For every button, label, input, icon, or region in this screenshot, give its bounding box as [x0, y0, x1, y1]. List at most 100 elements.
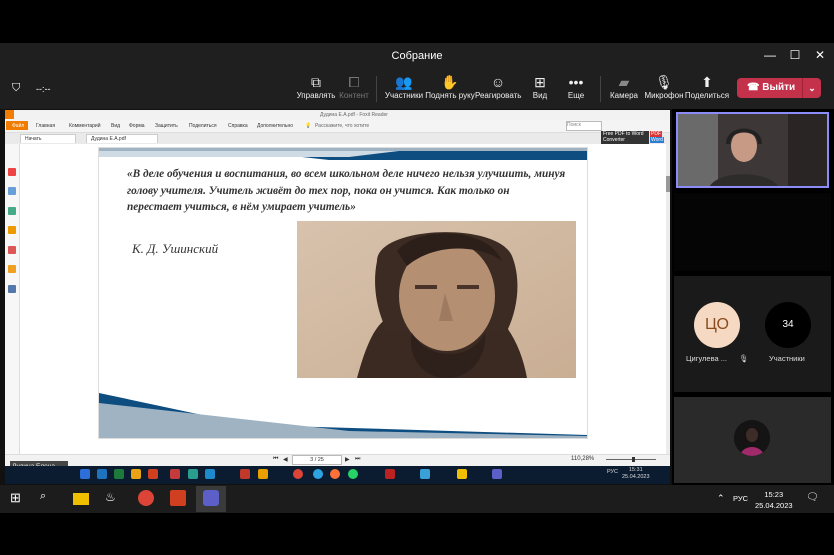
- app-icon: [170, 469, 180, 479]
- whatsapp-icon: [348, 469, 358, 479]
- participant-avatar-photo: [734, 420, 770, 456]
- ushinsky-portrait: [297, 221, 576, 378]
- avatar[interactable]: ЦО: [694, 302, 740, 348]
- ribbon-view[interactable]: Вид: [111, 123, 120, 129]
- lock-icon[interactable]: [8, 265, 16, 273]
- meeting-timer: --:--: [36, 84, 51, 94]
- zoom-slider[interactable]: [606, 459, 656, 460]
- last-page-icon[interactable]: ⏭: [355, 456, 360, 463]
- powerpoint-icon: [148, 469, 158, 479]
- chevron-down-icon[interactable]: ⌄: [802, 78, 821, 98]
- hand-icon: ✋: [441, 74, 459, 90]
- participant-name: Цигулева ... 🎙: [686, 354, 749, 363]
- app-icon: [385, 469, 395, 479]
- shield-icon: ⛉: [12, 82, 21, 94]
- raise-hand-button[interactable]: ✋ Поднять руку: [425, 73, 475, 100]
- skype-icon: [205, 469, 215, 479]
- mic-button[interactable]: 🎙 Микрофон: [641, 73, 687, 100]
- zoom-level: 110,28%: [571, 456, 595, 462]
- signature-icon[interactable]: [8, 285, 16, 293]
- slide-author: К. Д. Ушинский: [132, 241, 219, 256]
- ribbon-share[interactable]: Поделиться: [189, 123, 217, 129]
- comments-icon[interactable]: [8, 226, 16, 234]
- more-icon: •••: [568, 74, 584, 90]
- slide-bottom-decoration: [99, 393, 587, 438]
- more-button[interactable]: ••• Еще: [553, 73, 599, 100]
- share-button[interactable]: ⬆ Поделиться: [684, 73, 730, 100]
- first-page-icon[interactable]: ⏮: [273, 456, 278, 463]
- windows-taskbar: [0, 485, 834, 513]
- toolbar-divider: [376, 76, 377, 102]
- app-icon: [80, 469, 90, 479]
- pages-icon[interactable]: [8, 187, 16, 195]
- participant-count-button[interactable]: 34: [765, 302, 811, 348]
- shared-tray-lang: РУС: [607, 469, 619, 475]
- smile-icon: ☺: [490, 74, 506, 90]
- app-icon: [131, 469, 141, 479]
- notifications-icon[interactable]: 🗨: [806, 492, 819, 503]
- system-clock[interactable]: 15:23 25.04.2023: [755, 489, 793, 511]
- prev-page-icon[interactable]: ◀: [283, 456, 288, 463]
- pdf-to-word-ad[interactable]: Free PDF to Word Converter: [601, 131, 649, 144]
- pdf-word-badge: PDF Word: [650, 131, 664, 143]
- language-indicator[interactable]: РУС: [733, 494, 748, 503]
- page-number-input[interactable]: 3 / 25: [292, 455, 342, 465]
- active-speaker-video[interactable]: [676, 112, 829, 188]
- ribbon-extra[interactable]: Дополнительно: [257, 123, 293, 129]
- next-page-icon[interactable]: ▶: [345, 456, 350, 463]
- app-icon: [97, 469, 107, 479]
- file-explorer-icon[interactable]: [73, 493, 89, 505]
- ribbon-comment[interactable]: Комментарий: [69, 123, 101, 129]
- content-button[interactable]: ⧠ Контент: [331, 73, 377, 100]
- steam-icon[interactable]: ♨: [105, 490, 121, 506]
- firefox-icon: [330, 469, 340, 479]
- leave-button[interactable]: ☎ Выйти ⌄: [737, 78, 821, 98]
- folder-icon: [457, 469, 467, 479]
- ribbon-file[interactable]: Файл: [12, 123, 24, 129]
- foxit-titlebar: Дудина Е.А.pdf - Foxit Reader: [5, 110, 670, 120]
- app-icon: [188, 469, 198, 479]
- scrollbar-thumb[interactable]: [666, 176, 670, 192]
- maximize-icon[interactable]: ☐: [785, 46, 805, 64]
- ribbon-home[interactable]: Главная: [36, 123, 55, 129]
- chrome-icon[interactable]: [138, 490, 154, 506]
- foxit-search-input[interactable]: Поиск: [566, 121, 602, 131]
- mic-off-icon: 🎙: [739, 354, 749, 363]
- participants-label: Участники: [769, 354, 805, 363]
- share-icon: ⬆: [701, 74, 713, 90]
- tell-me[interactable]: Расскажите, что хотите: [315, 123, 369, 129]
- powerpoint-icon[interactable]: [170, 490, 186, 506]
- minimize-icon[interactable]: —: [760, 46, 780, 64]
- app-icon: [420, 469, 430, 479]
- foxit-logo-icon: [5, 110, 14, 119]
- participants-button[interactable]: 👥 Участники: [381, 73, 427, 100]
- zoom-slider-thumb[interactable]: [632, 457, 635, 462]
- search-icon[interactable]: ⌕: [40, 490, 56, 506]
- participant-tile[interactable]: [674, 193, 831, 271]
- telegram-icon: [313, 469, 323, 479]
- layers-icon[interactable]: [8, 207, 16, 215]
- shared-tray-clock: 15:31 25.04.2023: [622, 467, 650, 480]
- phone-icon: ☎: [747, 82, 760, 93]
- close-icon[interactable]: ✕: [810, 46, 830, 64]
- excel-icon: [114, 469, 124, 479]
- teams-icon[interactable]: [203, 490, 219, 506]
- ribbon-protect[interactable]: Защитить: [155, 123, 178, 129]
- windows-start-icon[interactable]: ⊞: [10, 490, 26, 506]
- ribbon-form[interactable]: Форма: [129, 123, 145, 129]
- react-button[interactable]: ☺ Реагировать: [475, 73, 521, 100]
- avatar-photo: [734, 420, 770, 456]
- bookmark-icon[interactable]: [8, 168, 16, 176]
- acrobat-icon: [240, 469, 250, 479]
- chevron-up-icon[interactable]: ⌃: [717, 493, 725, 504]
- tab-document[interactable]: Дудина Е.А.pdf: [86, 134, 158, 143]
- teams-icon: [492, 469, 502, 479]
- lightbulb-icon: 💡: [305, 123, 312, 129]
- attachment-icon[interactable]: [8, 246, 16, 254]
- window-title: Собрание: [391, 50, 443, 62]
- people-icon: 👥: [395, 74, 413, 90]
- slide-quote: «В деле обучения и воспитания, во всем ш…: [127, 168, 566, 213]
- slide-top-decoration: [99, 148, 587, 160]
- tab-start[interactable]: Начать: [20, 134, 76, 143]
- ribbon-help[interactable]: Справка: [228, 123, 248, 129]
